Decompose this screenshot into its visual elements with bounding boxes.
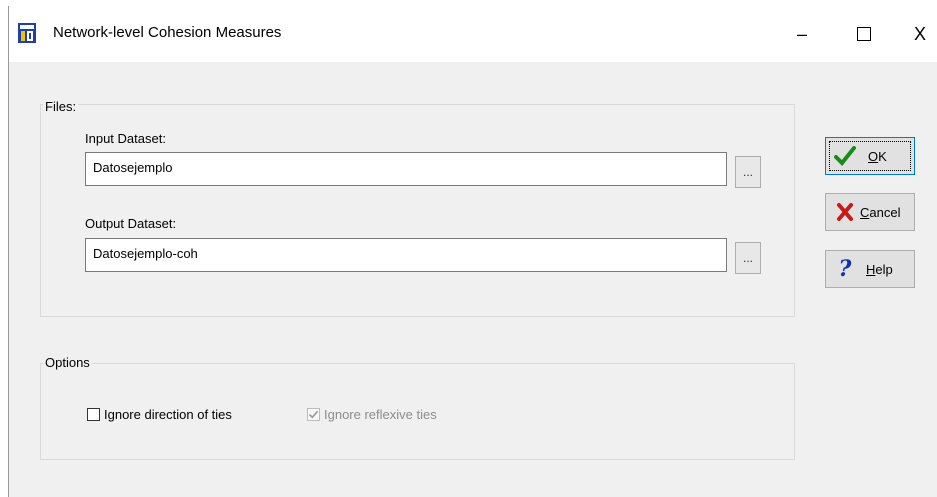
title-bar[interactable]: Network-level Cohesion Measures – X — [9, 6, 937, 62]
help-label-rest: elp — [875, 261, 893, 277]
help-button[interactable]: ? Help — [825, 250, 915, 288]
help-mnemonic: H — [866, 261, 876, 277]
x-icon — [830, 193, 860, 231]
checkbox-box[interactable] — [87, 408, 100, 421]
input-browse-button[interactable]: ... — [735, 156, 761, 188]
minimize-button[interactable]: – — [779, 16, 825, 52]
input-dataset-label: Input Dataset: — [85, 131, 166, 146]
output-browse-button[interactable]: ... — [735, 242, 761, 274]
checkbox-box-checked — [307, 408, 320, 421]
maximize-icon — [857, 27, 871, 41]
ignore-direction-checkbox[interactable]: Ignore direction of ties — [87, 407, 232, 422]
ignore-reflexive-checkbox: Ignore reflexive ties — [307, 407, 437, 422]
close-button[interactable]: X — [897, 16, 937, 52]
cancel-label-rest: ancel — [869, 204, 901, 220]
output-dataset-label: Output Dataset: — [85, 216, 177, 231]
files-group-label: Files: — [43, 99, 79, 114]
cancel-button[interactable]: Cancel — [825, 193, 915, 231]
ignore-reflexive-label: Ignore reflexive ties — [324, 407, 437, 422]
checkmark-icon — [308, 410, 319, 419]
ok-button[interactable]: OK — [825, 137, 915, 175]
maximize-button[interactable] — [841, 16, 887, 52]
ucinet-app-icon — [18, 23, 36, 43]
cancel-mnemonic: C — [860, 204, 870, 220]
input-dataset-field[interactable]: Datosejemplo — [85, 152, 727, 186]
output-dataset-field[interactable]: Datosejemplo-coh — [85, 238, 727, 272]
question-icon: ? — [838, 256, 852, 282]
ignore-direction-label: Ignore direction of ties — [104, 407, 232, 422]
dialog-window: Network-level Cohesion Measures – X File… — [8, 6, 937, 497]
window-title: Network-level Cohesion Measures — [53, 24, 282, 41]
options-group-label: Options — [43, 355, 92, 370]
